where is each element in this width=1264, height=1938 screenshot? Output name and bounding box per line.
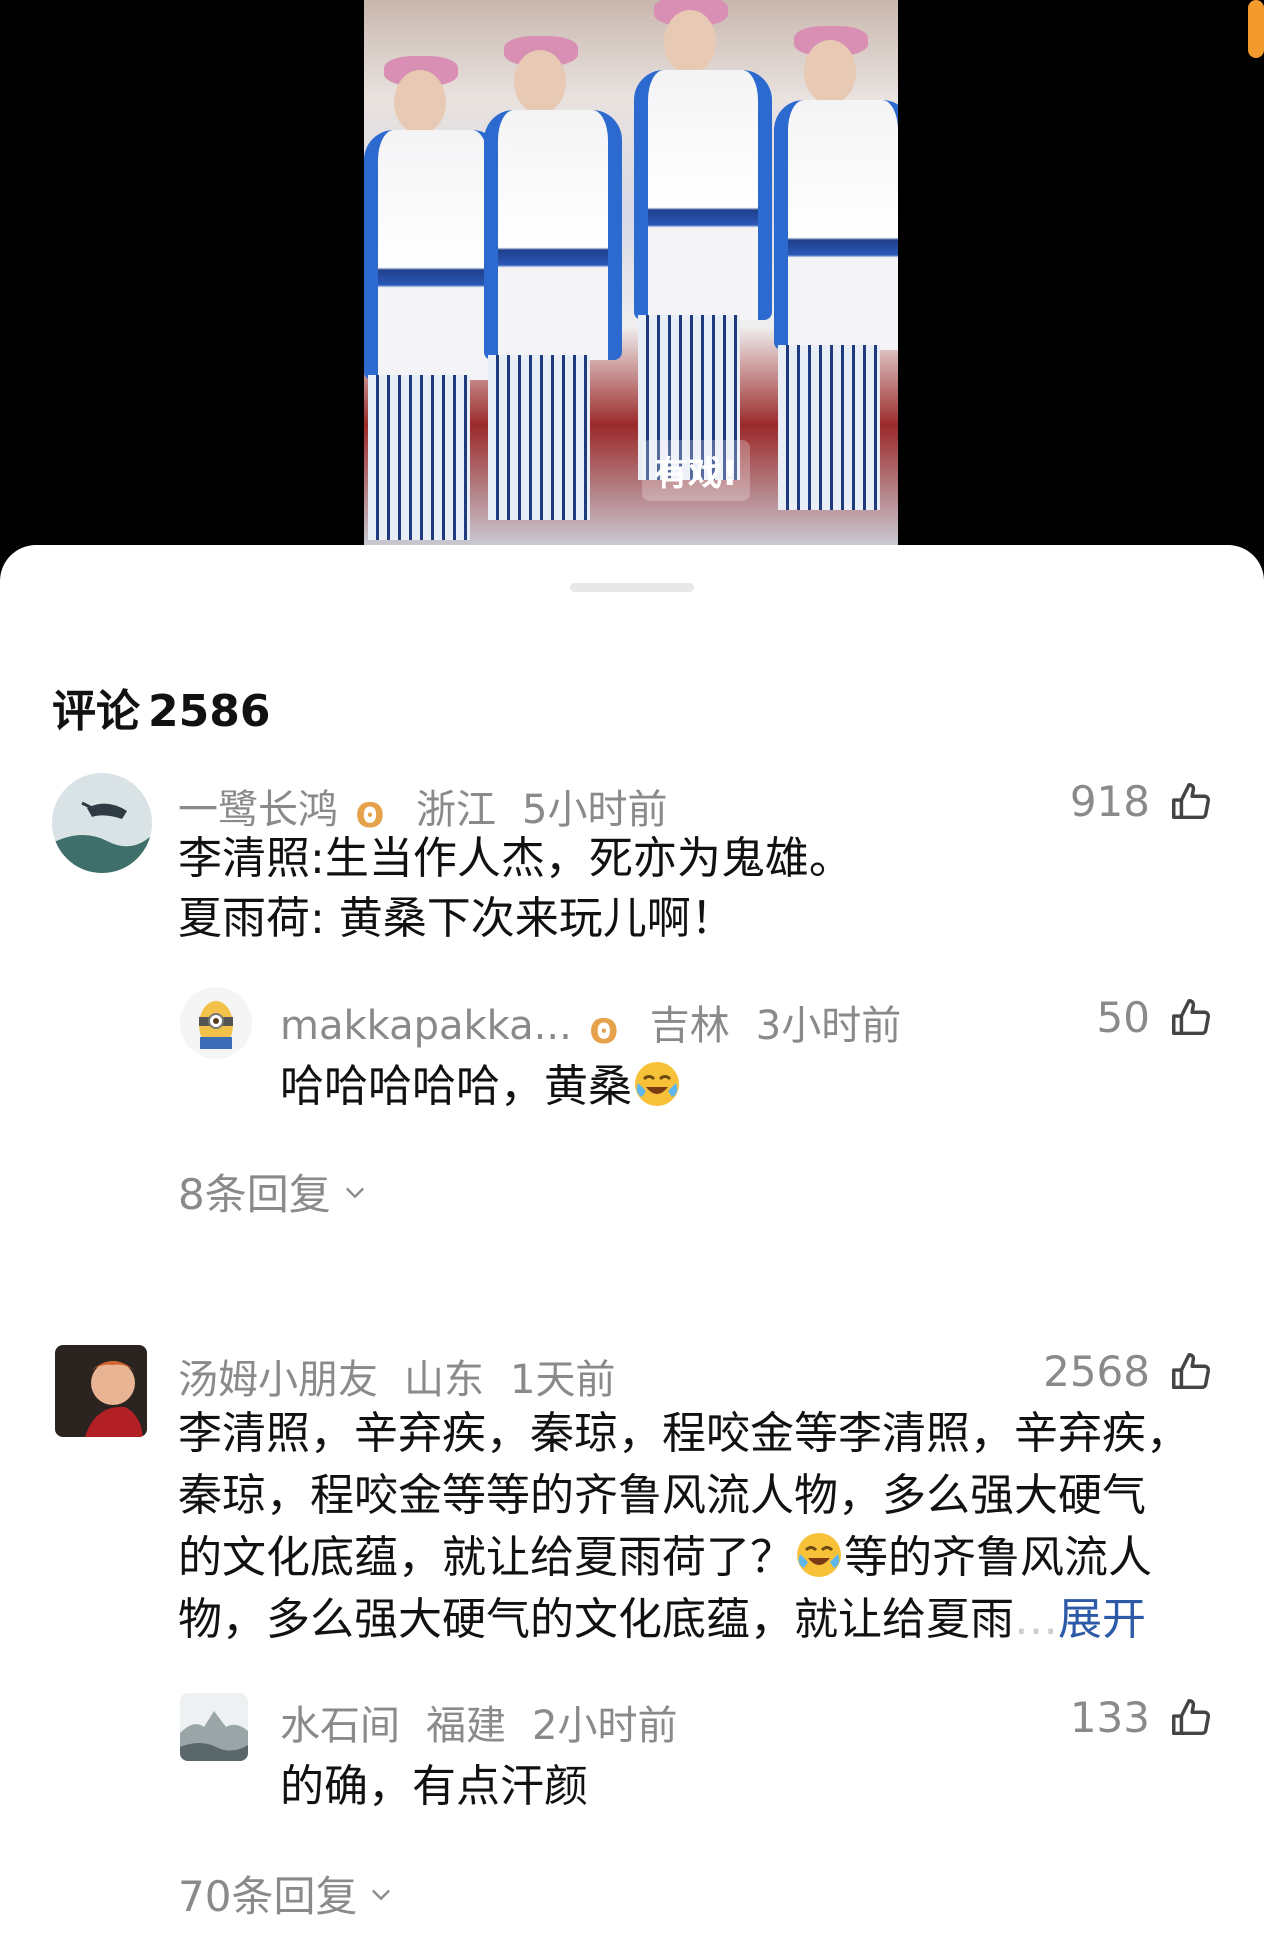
- replies-count-label: 8条回复: [178, 1170, 331, 1219]
- comment-text-line: 李清照:生当作人杰，死亦为鬼雄。: [178, 833, 853, 884]
- view-replies-link[interactable]: 8条回复: [178, 1161, 369, 1222]
- comments-title-label: 评论: [52, 686, 140, 737]
- comments-count: 2586: [148, 686, 271, 737]
- expand-link[interactable]: 展开: [1058, 1594, 1146, 1645]
- username[interactable]: 汤姆小朋友: [178, 1357, 378, 1403]
- comment-meta: 汤姆小朋友 山东 1天前: [178, 1347, 615, 1405]
- view-replies-link[interactable]: 70条回复: [178, 1863, 395, 1924]
- reply-meta: 水石间 福建 2小时前: [280, 1693, 677, 1751]
- like-button[interactable]: 918: [1070, 777, 1214, 826]
- reply-like-button[interactable]: 133: [1070, 1693, 1214, 1742]
- reply-text: 哈哈哈哈哈，黄桑: [280, 1057, 682, 1117]
- timestamp: 1天前: [510, 1357, 616, 1403]
- thumbs-up-icon: [1172, 782, 1210, 819]
- avatar[interactable]: [52, 773, 152, 873]
- reply-meta: makkapakka... ʘ 吉林 3小时前: [280, 993, 901, 1051]
- reply-text: 的确，有点汗颜: [280, 1757, 588, 1817]
- drag-handle[interactable]: [570, 583, 694, 592]
- dancer-figure: [624, 0, 772, 480]
- comment-text-line: 秦琼，程咬金等等的齐鲁风流人物，多么强大硬气: [178, 1470, 1146, 1521]
- member-badge-icon: ʘ: [589, 1012, 619, 1052]
- laughing-crying-emoji-icon: [635, 1062, 679, 1106]
- avatar[interactable]: [55, 1345, 147, 1437]
- username[interactable]: 一鹭长鸿: [178, 787, 338, 833]
- comment-text-line: 李清照，辛弃疾，秦琼，程咬金等李清照，辛弃疾，: [178, 1408, 1190, 1459]
- reply-location: 福建: [426, 1703, 506, 1749]
- thumbs-up-icon: [1172, 1352, 1210, 1389]
- timestamp: 5小时前: [522, 787, 668, 833]
- reply-like-button[interactable]: 50: [1097, 993, 1214, 1042]
- like-count: 50: [1096, 993, 1150, 1042]
- reply-timestamp: 3小时前: [755, 1003, 902, 1049]
- like-button[interactable]: 2568: [1043, 1347, 1214, 1396]
- video-player[interactable]: 有戏!: [0, 0, 1264, 560]
- scroll-indicator[interactable]: [1248, 0, 1264, 58]
- comment-meta: 一鹭长鸿 ʘ 浙江 5小时前: [178, 777, 667, 835]
- video-watermark: 有戏!: [642, 440, 750, 501]
- comment-text-line: 物，多么强大硬气的文化底蕴，就让给夏雨: [178, 1594, 1014, 1645]
- reply-text-content: 哈哈哈哈哈，黄桑: [280, 1061, 632, 1112]
- dancer-figure: [364, 56, 502, 540]
- laughing-crying-emoji-icon: [797, 1533, 841, 1577]
- comment-sheet: 评论 2586 一鹭长鸿 ʘ 浙江 5小时前 918 李清照:生当作人杰，死亦为鬼雄。 …: [0, 545, 1264, 1938]
- comment-text-line: 夏雨荷: 黄桑下次来玩儿啊！: [178, 893, 735, 944]
- reply-username[interactable]: 水石间: [280, 1703, 400, 1749]
- like-count: 133: [1069, 1693, 1150, 1742]
- reply-text-content: 的确，有点汗颜: [280, 1761, 588, 1812]
- like-count: 2568: [1043, 1347, 1150, 1396]
- comment-text-line: 等的齐鲁风流人: [844, 1532, 1152, 1583]
- location: 山东: [404, 1357, 484, 1403]
- dancer-figure: [474, 36, 622, 520]
- replies-count-label: 70条回复: [178, 1872, 358, 1921]
- comment-text: 李清照，辛弃疾，秦琼，程咬金等李清照，辛弃疾， 秦琼，程咬金等等的齐鲁风流人物，…: [178, 1403, 1190, 1651]
- like-count: 918: [1069, 777, 1150, 826]
- reply-avatar[interactable]: [180, 987, 252, 1059]
- location: 浙江: [416, 787, 496, 833]
- thumbs-up-icon: [1172, 1698, 1210, 1735]
- comment-text-line: 的文化底蕴，就让给夏雨荷了？: [178, 1532, 794, 1583]
- reply-avatar[interactable]: [180, 1693, 248, 1761]
- comment-text: 李清照:生当作人杰，死亦为鬼雄。 夏雨荷: 黄桑下次来玩儿啊！: [178, 829, 853, 949]
- reply-timestamp: 2小时前: [532, 1703, 678, 1749]
- video-frame[interactable]: 有戏!: [364, 0, 898, 545]
- chevron-down-icon: [372, 1889, 391, 1900]
- comments-title: 评论 2586: [52, 675, 278, 739]
- chevron-down-icon: [345, 1187, 364, 1198]
- dancer-figure: [764, 26, 898, 510]
- reply-username[interactable]: makkapakka...: [280, 1003, 572, 1049]
- reply-location: 吉林: [649, 1003, 730, 1049]
- thumbs-up-icon: [1172, 998, 1210, 1035]
